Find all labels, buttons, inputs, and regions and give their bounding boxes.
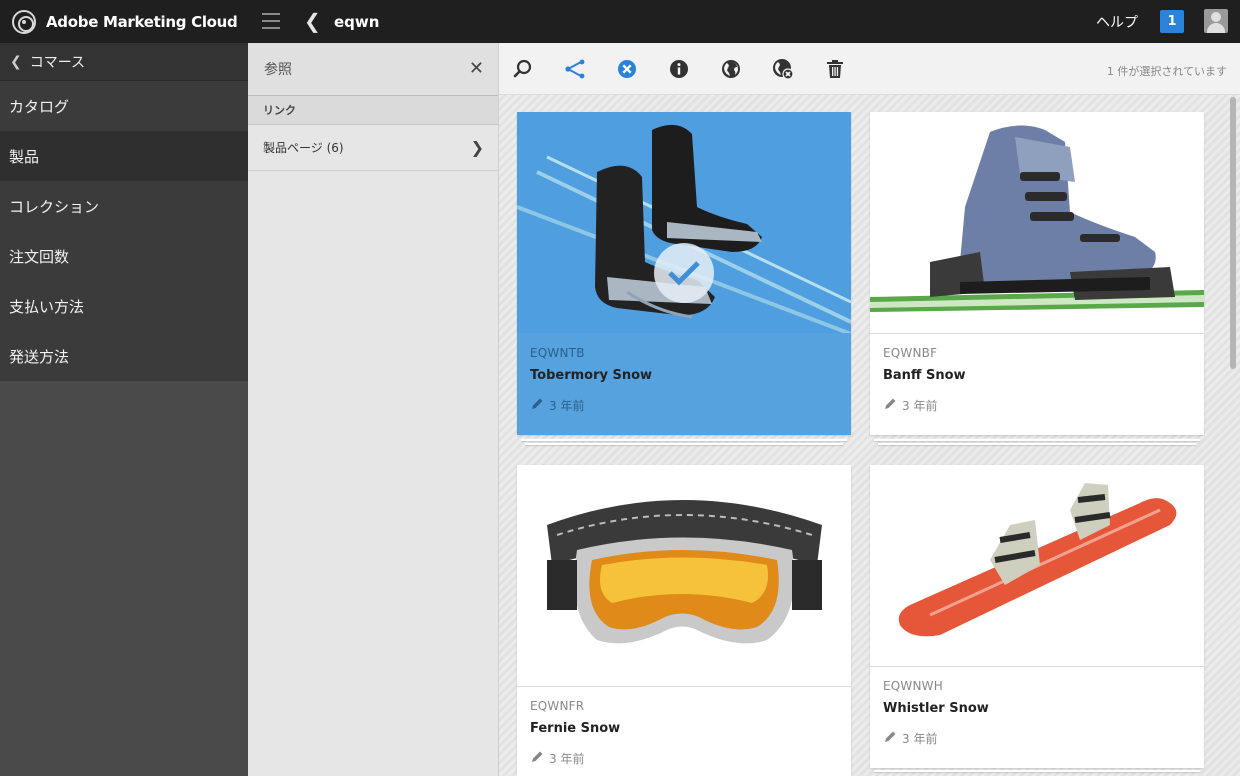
nav-back-commerce[interactable]: ❮ コマース bbox=[0, 43, 248, 81]
help-link[interactable]: ヘルプ bbox=[1096, 12, 1138, 32]
adobe-marketing-cloud-logo-icon bbox=[12, 9, 36, 34]
user-avatar-icon[interactable] bbox=[1204, 9, 1228, 33]
product-card[interactable]: EQWNBF Banff Snow 3 年前 bbox=[870, 112, 1204, 435]
menu-icon[interactable] bbox=[262, 13, 280, 29]
product-thumbnail bbox=[517, 465, 851, 687]
pencil-icon bbox=[883, 730, 897, 747]
share-icon[interactable] bbox=[564, 58, 586, 80]
modified-label: 3 年前 bbox=[549, 752, 585, 766]
chevron-left-icon: ❮ bbox=[10, 53, 22, 70]
nav-item-collections[interactable]: コレクション bbox=[0, 181, 248, 231]
nav-item-shipping-methods[interactable]: 発送方法 bbox=[0, 331, 248, 381]
breadcrumb: eqwn bbox=[334, 13, 380, 31]
product-thumbnail bbox=[870, 465, 1204, 667]
rail-header: 参照 ✕ bbox=[248, 43, 498, 96]
nav-item-products[interactable]: 製品 bbox=[0, 131, 248, 181]
product-grid: EQWNTB Tobermory Snow 3 年前 EQWNBF Banff … bbox=[499, 95, 1240, 776]
rail-link-product-pages[interactable]: 製品ページ (6) ❯ bbox=[248, 125, 498, 171]
pencil-icon bbox=[530, 750, 544, 767]
product-card[interactable]: EQWNWH Whistler Snow 3 年前 bbox=[870, 465, 1204, 768]
product-modified: 3 年前 bbox=[883, 397, 1191, 414]
action-toolbar: 1 件が選択されています bbox=[499, 43, 1240, 95]
nav-list: カタログ 製品 コレクション 注文回数 支払い方法 発送方法 bbox=[0, 81, 248, 381]
product-thumbnail bbox=[517, 112, 851, 334]
product-title: Fernie Snow bbox=[530, 721, 621, 736]
ski-goggles-image bbox=[517, 465, 851, 686]
product-title: Banff Snow bbox=[883, 368, 966, 383]
notification-badge[interactable]: 1 bbox=[1160, 10, 1184, 33]
brand-name: Adobe Marketing Cloud bbox=[46, 12, 238, 31]
trash-icon[interactable] bbox=[824, 58, 846, 80]
nav-item-payment-methods[interactable]: 支払い方法 bbox=[0, 281, 248, 331]
modified-label: 3 年前 bbox=[549, 399, 585, 413]
scrollbar[interactable] bbox=[1230, 97, 1236, 369]
selection-status: 1 件が選択されています bbox=[1106, 65, 1227, 78]
references-rail: 参照 ✕ リンク 製品ページ (6) ❯ bbox=[248, 43, 499, 776]
pencil-icon bbox=[530, 397, 544, 414]
product-sku: EQWNTB bbox=[530, 346, 585, 360]
selected-check-icon bbox=[654, 243, 714, 303]
product-title: Tobermory Snow bbox=[530, 368, 653, 383]
product-modified: 3 年前 bbox=[530, 397, 838, 414]
product-sku: EQWNBF bbox=[883, 346, 938, 360]
modified-label: 3 年前 bbox=[902, 399, 938, 413]
nav-item-orders[interactable]: 注文回数 bbox=[0, 231, 248, 281]
globe-remove-icon[interactable] bbox=[772, 58, 794, 80]
snowboard-image bbox=[870, 465, 1204, 666]
product-title: Whistler Snow bbox=[883, 701, 989, 716]
product-modified: 3 年前 bbox=[530, 750, 838, 767]
globe-icon[interactable] bbox=[720, 58, 742, 80]
top-bar: Adobe Marketing Cloud ❮ eqwn ヘルプ 1 bbox=[0, 0, 1240, 43]
rail-section-links: リンク bbox=[248, 96, 498, 125]
close-circle-icon[interactable] bbox=[616, 58, 638, 80]
product-sku: EQWNWH bbox=[883, 679, 943, 693]
pencil-icon bbox=[883, 397, 897, 414]
back-chevron-icon[interactable]: ❮ bbox=[304, 10, 321, 32]
brand[interactable]: Adobe Marketing Cloud bbox=[0, 0, 248, 43]
product-sku: EQWNFR bbox=[530, 699, 585, 713]
product-card[interactable]: EQWNFR Fernie Snow 3 年前 bbox=[517, 465, 851, 776]
product-thumbnail bbox=[870, 112, 1204, 334]
left-navigation: ❮ コマース カタログ 製品 コレクション 注文回数 支払い方法 発送方法 bbox=[0, 43, 248, 776]
close-icon[interactable]: ✕ bbox=[469, 59, 484, 79]
search-icon[interactable] bbox=[512, 58, 534, 80]
product-card[interactable]: EQWNTB Tobermory Snow 3 年前 bbox=[517, 112, 851, 435]
modified-label: 3 年前 bbox=[902, 732, 938, 746]
rail-link-label: 製品ページ (6) bbox=[263, 141, 344, 155]
product-modified: 3 年前 bbox=[883, 730, 1191, 747]
chevron-right-icon: ❯ bbox=[470, 138, 484, 157]
nav-back-label: コマース bbox=[29, 54, 86, 71]
ski-boot-image bbox=[870, 112, 1204, 333]
nav-item-catalog[interactable]: カタログ bbox=[0, 81, 248, 131]
rail-title: 参照 bbox=[264, 62, 292, 78]
info-icon[interactable] bbox=[668, 58, 690, 80]
